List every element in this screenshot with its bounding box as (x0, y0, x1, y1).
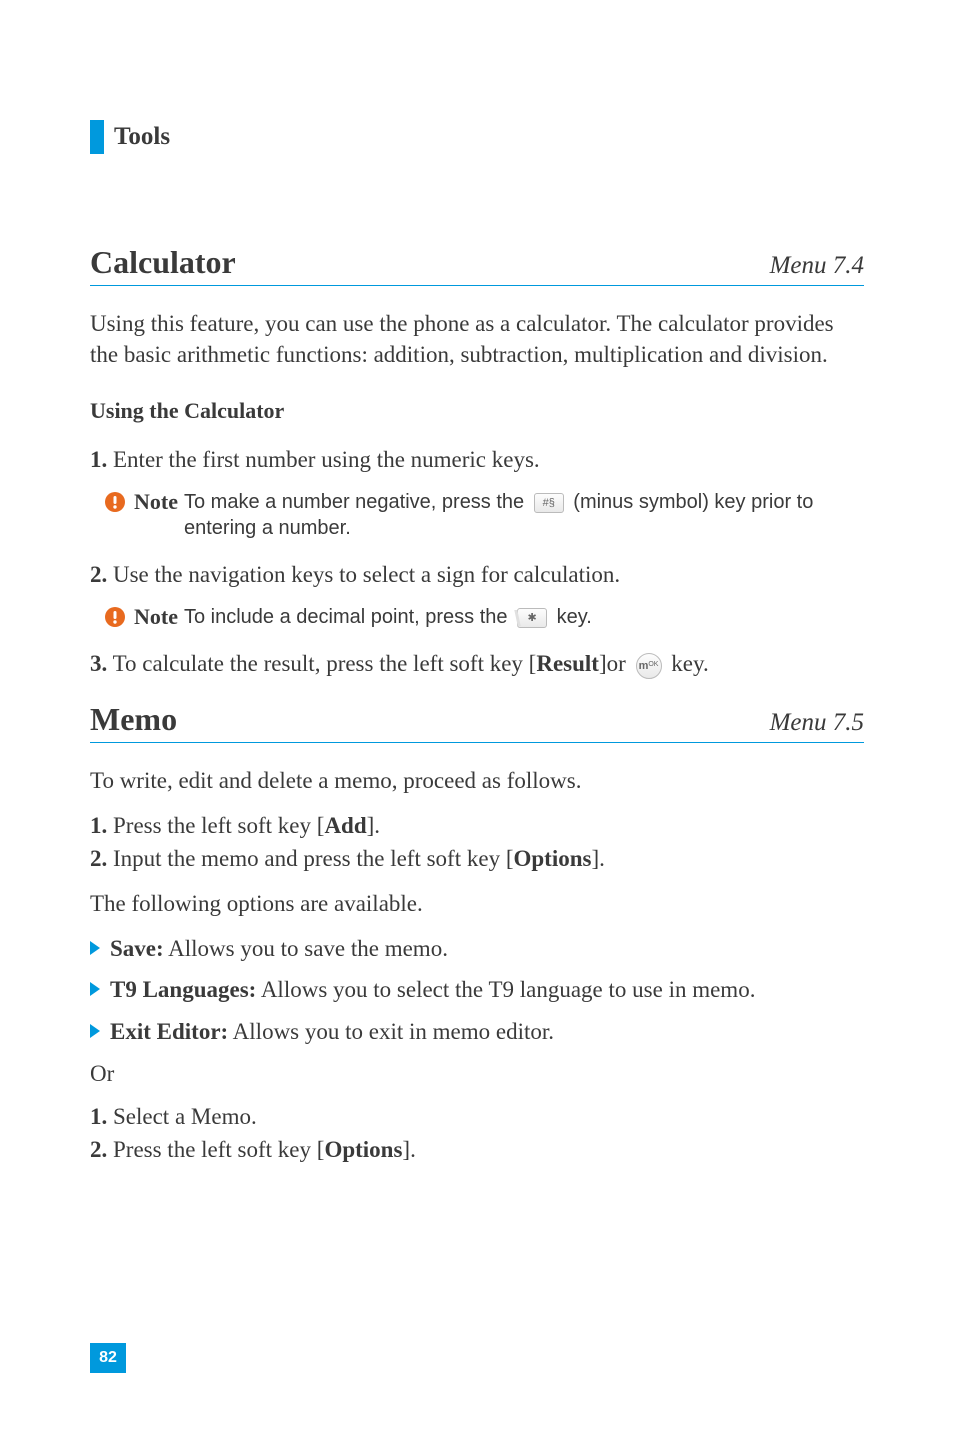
calc-step-1: 1. Enter the first number using the nume… (90, 444, 864, 475)
header-title: Tools (114, 123, 170, 151)
calculator-heading: Calculator (90, 244, 236, 281)
bullet-triangle-icon (90, 1024, 100, 1038)
step-number: 3. (90, 651, 107, 676)
calculator-intro: Using this feature, you can use the phon… (90, 308, 864, 370)
bullet-label: T9 Languages: (110, 977, 256, 1002)
header-accent-bar (90, 120, 104, 154)
calculator-heading-row: Calculator Menu 7.4 (90, 244, 864, 286)
alt-step2-post: ]. (402, 1137, 415, 1162)
memo-step-2: 2. Input the memo and press the left sof… (90, 843, 864, 874)
options-label: Options (324, 1137, 402, 1162)
step2-post: ]. (591, 846, 604, 871)
hash-key-icon: #§ (534, 493, 564, 513)
step3-pre: To calculate the result, press the left … (107, 651, 536, 676)
note-label: Note (134, 604, 178, 630)
memo-step-1: 1. Press the left soft key [Add]. (90, 810, 864, 841)
memo-heading: Memo (90, 701, 177, 738)
memo-heading-row: Memo Menu 7.5 (90, 701, 864, 743)
bullet-triangle-icon (90, 982, 100, 996)
bullet-rest: Allows you to select the T9 language to … (256, 977, 755, 1002)
options-label: Options (513, 846, 591, 871)
note2-post: key. (551, 606, 592, 628)
memo-alt-step-1: 1. Select a Memo. (90, 1101, 864, 1132)
step-number: 2. (90, 846, 107, 871)
note2-pre: To include a decimal point, press the (184, 606, 513, 628)
step1-post: ]. (367, 813, 380, 838)
memo-menu-ref: Menu 7.5 (770, 709, 864, 737)
alt-step2-pre: Press the left soft key [ (107, 1137, 324, 1162)
calculator-menu-ref: Menu 7.4 (770, 252, 864, 280)
bullet-rest: Allows you to save the memo. (164, 936, 448, 961)
calc-note-2: Note To include a decimal point, press t… (104, 604, 864, 630)
option-save: Save: Allows you to save the memo. (90, 933, 864, 964)
note-text: To make a number negative, press the #§ … (184, 489, 864, 541)
or-text: Or (90, 1061, 864, 1087)
step3-post: key. (666, 651, 709, 676)
note-label: Note (134, 489, 178, 515)
section-header: Tools (90, 120, 864, 154)
step2-pre: Input the memo and press the left soft k… (107, 846, 513, 871)
note-warning-icon (104, 491, 126, 513)
page-number: 82 (90, 1343, 126, 1373)
note1-pre: To make a number negative, press the (184, 491, 530, 513)
step1-pre: Press the left soft key [ (107, 813, 324, 838)
note-warning-icon (104, 606, 126, 628)
bullet-triangle-icon (90, 941, 100, 955)
memo-alt-step-2: 2. Press the left soft key [Options]. (90, 1134, 864, 1165)
step-number: 1. (90, 447, 107, 472)
step-text: Use the navigation keys to select a sign… (107, 562, 620, 587)
using-calculator-subheading: Using the Calculator (90, 398, 864, 424)
step-number: 1. (90, 1104, 107, 1129)
bullet-label: Exit Editor: (110, 1019, 228, 1044)
step-number: 1. (90, 813, 107, 838)
calc-step-2: 2. Use the navigation keys to select a s… (90, 559, 864, 590)
step-text: Enter the first number using the numeric… (107, 447, 539, 472)
step-number: 2. (90, 562, 107, 587)
options-intro: The following options are available. (90, 888, 864, 919)
calc-step-3: 3. To calculate the result, press the le… (90, 648, 864, 679)
ok-key-icon: mOK (636, 653, 662, 679)
alt-step1-text: Select a Memo. (107, 1104, 256, 1129)
note-text: To include a decimal point, press the ✱ … (184, 604, 592, 630)
option-exit-editor: Exit Editor: Allows you to exit in memo … (90, 1016, 864, 1047)
add-label: Add (324, 813, 366, 838)
step3-mid: ]or (599, 651, 632, 676)
step-number: 2. (90, 1137, 107, 1162)
star-key-icon: ✱ (517, 608, 547, 628)
calc-note-1: Note To make a number negative, press th… (104, 489, 864, 541)
memo-intro: To write, edit and delete a memo, procee… (90, 765, 864, 796)
result-label: Result (536, 651, 599, 676)
option-t9-languages: T9 Languages: Allows you to select the T… (90, 974, 864, 1005)
bullet-label: Save: (110, 936, 164, 961)
bullet-rest: Allows you to exit in memo editor. (228, 1019, 554, 1044)
